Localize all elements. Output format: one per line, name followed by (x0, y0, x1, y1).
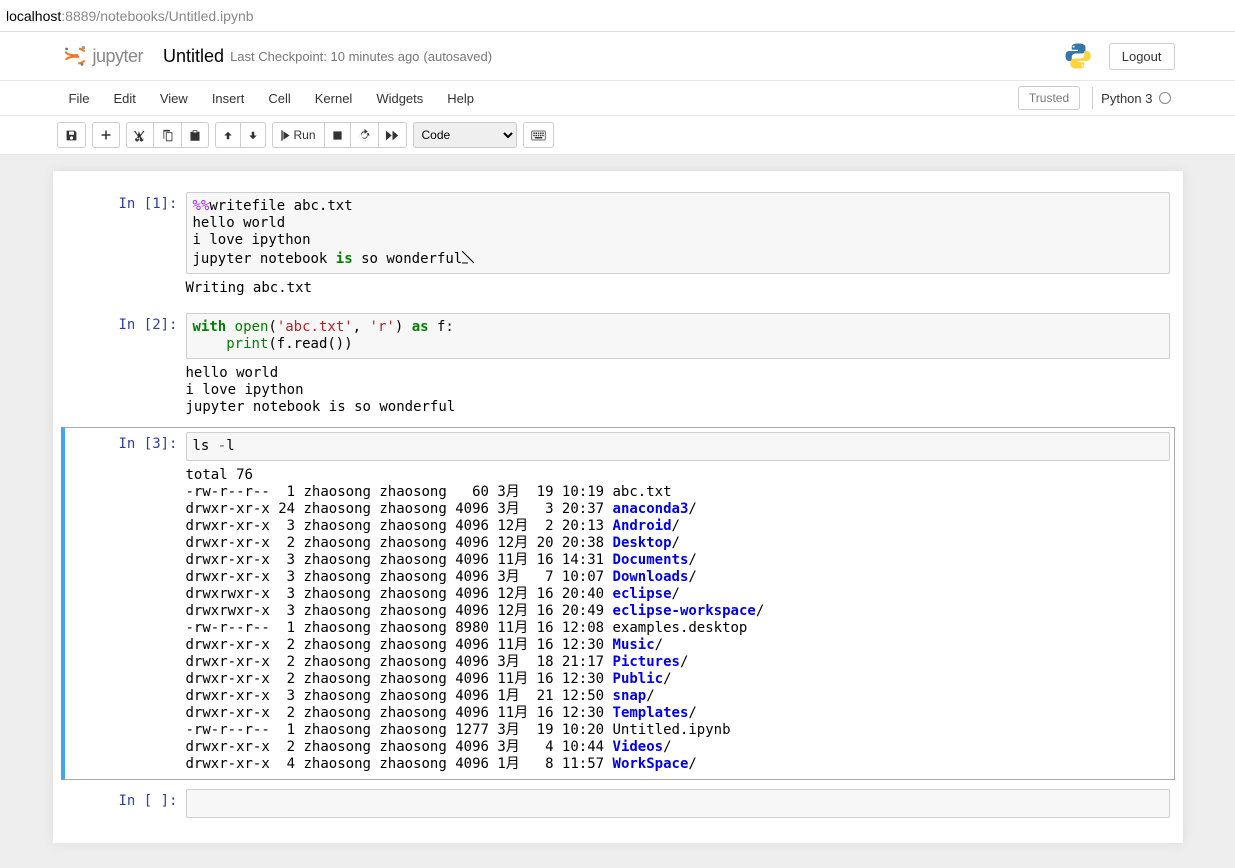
notebook-container: In [1]: %%writefile abc.txt hello world … (53, 171, 1183, 843)
cut-button[interactable] (126, 122, 154, 148)
jupyter-text: jupyter (93, 46, 144, 67)
keyboard-icon (531, 130, 546, 141)
checkpoint-status: Last Checkpoint: 10 minutes ago (230, 49, 419, 64)
run-button[interactable]: Run (272, 122, 325, 148)
cut-icon (134, 129, 146, 142)
menu-help[interactable]: Help (435, 83, 486, 114)
menu-widgets[interactable]: Widgets (364, 83, 435, 114)
run-label: Run (294, 128, 316, 142)
move-down-button[interactable] (240, 122, 266, 148)
input-prompt: In [2]: (66, 313, 186, 418)
add-cell-button[interactable] (92, 122, 120, 148)
interrupt-button[interactable] (324, 122, 351, 148)
command-palette-button[interactable] (523, 122, 554, 148)
restart-button[interactable] (350, 122, 379, 148)
code-input[interactable] (186, 789, 1170, 818)
run-icon (281, 130, 290, 141)
cell-output: hello world i love ipython jupyter noteb… (186, 359, 1170, 418)
kernel-idle-icon (1159, 92, 1171, 104)
restart-icon (358, 129, 371, 142)
move-up-button[interactable] (215, 122, 241, 148)
address-host: localhost (6, 8, 61, 24)
python-icon (1063, 41, 1093, 71)
input-prompt: In [1]: (66, 192, 186, 299)
stop-icon (332, 130, 343, 141)
address-path: :8889/notebooks/Untitled.ipynb (61, 8, 253, 24)
menu-view[interactable]: View (148, 83, 200, 114)
code-cell[interactable]: In [3]: ls -l total 76 -rw-r--r-- 1 zhao… (61, 427, 1175, 780)
code-input[interactable]: with open('abc.txt', 'r') as f: print(f.… (186, 313, 1170, 359)
save-button[interactable] (57, 122, 86, 148)
paste-button[interactable] (181, 122, 209, 148)
code-input[interactable]: ls -l (186, 432, 1170, 461)
jupyter-icon (61, 42, 89, 70)
input-prompt: In [3]: (66, 432, 186, 775)
cell-type-select[interactable]: Code (413, 122, 517, 148)
paste-icon (189, 129, 201, 142)
code-cell[interactable]: In [2]: with open('abc.txt', 'r') as f: … (61, 308, 1175, 423)
kernel-name: Python 3 (1101, 91, 1152, 106)
autosave-status: (autosaved) (423, 49, 492, 64)
copy-button[interactable] (153, 122, 182, 148)
menu-edit[interactable]: Edit (101, 83, 147, 114)
code-cell[interactable]: In [ ]: (61, 784, 1175, 823)
notebook-name[interactable]: Untitled (163, 46, 224, 67)
address-bar[interactable]: localhost:8889/notebooks/Untitled.ipynb (0, 0, 1235, 32)
arrow-down-icon (248, 129, 258, 142)
menu-file[interactable]: File (57, 83, 102, 114)
cell-output: Writing abc.txt (186, 274, 1170, 299)
menu-insert[interactable]: Insert (200, 83, 257, 114)
save-icon (65, 129, 78, 142)
plus-icon (100, 129, 112, 141)
fast-forward-icon (386, 130, 399, 141)
code-cell[interactable]: In [1]: %%writefile abc.txt hello world … (61, 187, 1175, 304)
menu-kernel[interactable]: Kernel (303, 83, 365, 114)
kernel-indicator[interactable]: Python 3 (1092, 87, 1178, 109)
trusted-indicator[interactable]: Trusted (1018, 86, 1080, 110)
arrow-up-icon (223, 129, 233, 142)
copy-icon (161, 129, 174, 142)
input-prompt: In [ ]: (66, 789, 186, 818)
logout-button[interactable]: Logout (1109, 43, 1175, 70)
menu-cell[interactable]: Cell (256, 83, 302, 114)
text-cursor (462, 251, 469, 265)
jupyter-logo[interactable]: jupyter (61, 42, 144, 70)
restart-run-all-button[interactable] (378, 122, 407, 148)
cell-output: total 76 -rw-r--r-- 1 zhaosong zhaosong … (186, 461, 1170, 775)
code-input[interactable]: %%writefile abc.txt hello world i love i… (186, 192, 1170, 274)
